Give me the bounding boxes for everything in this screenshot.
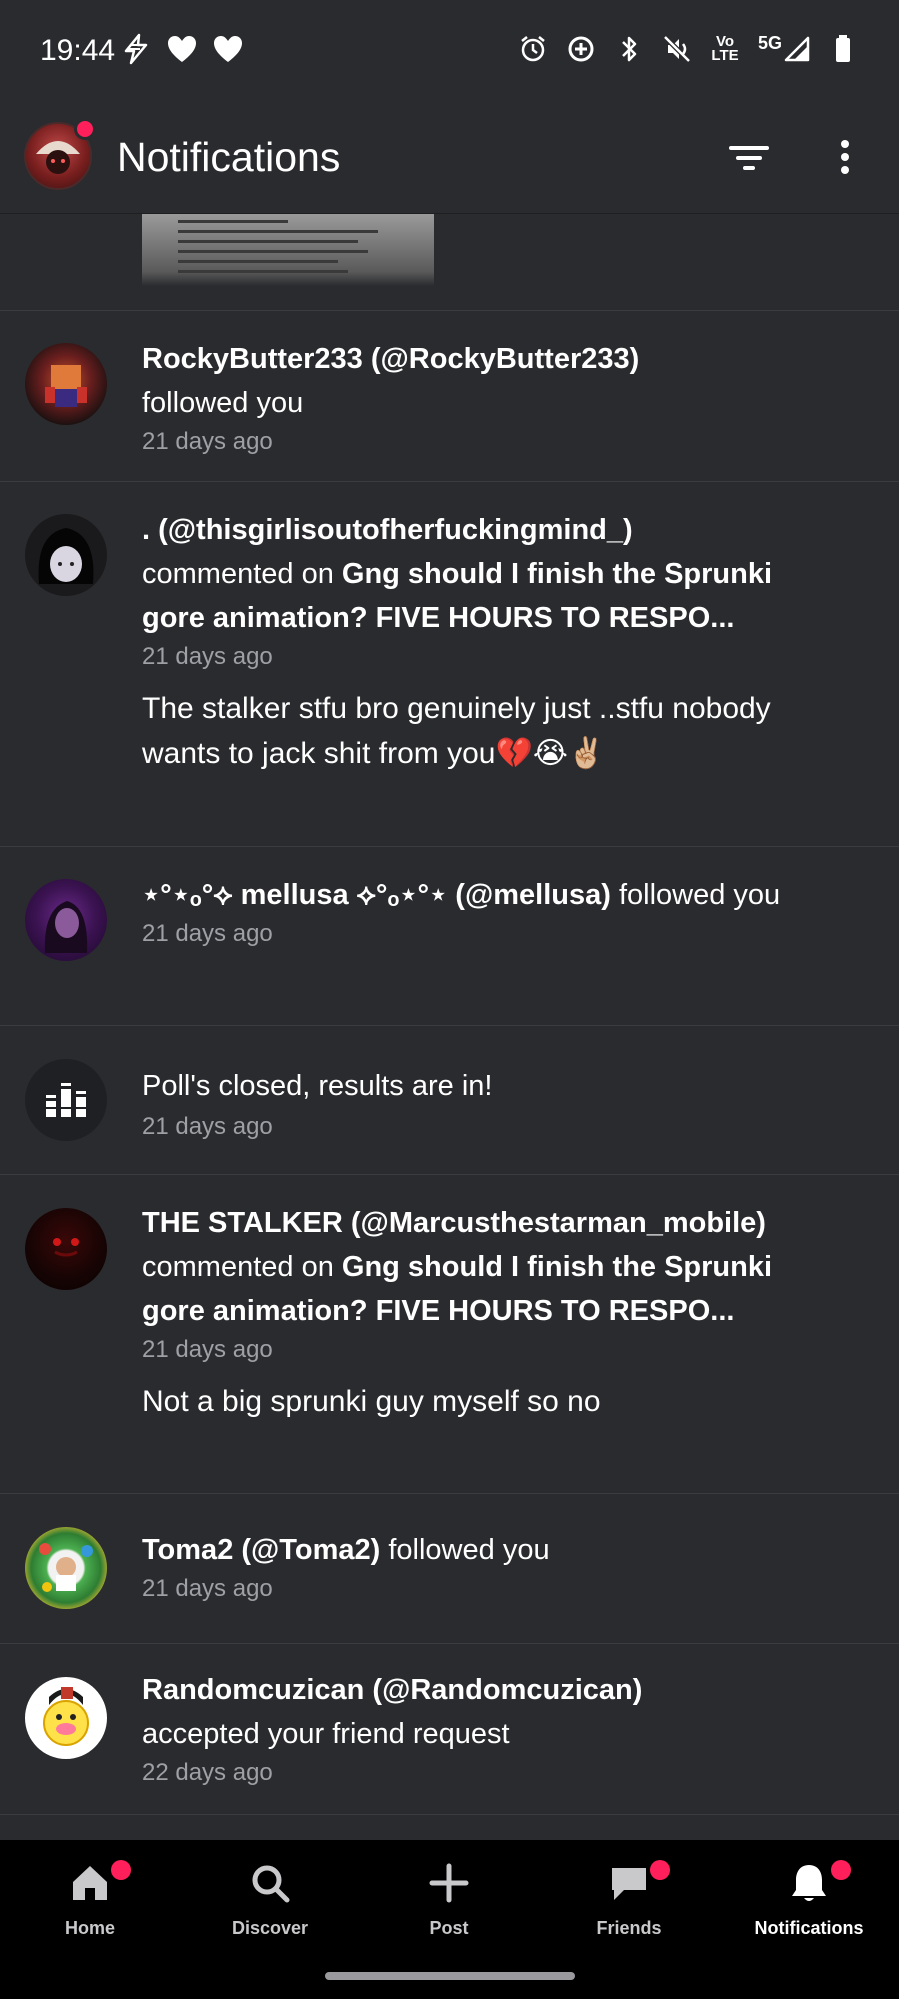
data-saver-icon: [565, 32, 597, 66]
heart-icon: [212, 32, 244, 66]
notification-action: commented on: [142, 558, 334, 590]
nav-label: Post: [429, 1918, 469, 1938]
bell-icon: [792, 1865, 826, 1901]
notification-action: accepted your friend request: [142, 1718, 510, 1750]
alarm-icon: [517, 32, 549, 66]
nav-label: Home: [64, 1918, 115, 1938]
poll-icon: [45, 1083, 87, 1117]
notification-badge: [831, 1860, 851, 1880]
notification-user[interactable]: . (@thisgirlisoutofherfuckingmind_): [142, 508, 842, 552]
notification-time: 21 days ago: [142, 1113, 273, 1140]
bluetooth-icon: [613, 32, 645, 66]
notification-list: RockyButter233 (@RockyButter233) followe…: [0, 214, 899, 1815]
notification-action: Poll's closed, results are in!: [142, 1070, 493, 1102]
nav-label: Discover: [231, 1918, 309, 1938]
status-right-icons: Vo LTE 5G: [517, 32, 859, 66]
list-item[interactable]: Randomcuzican (@Randomcuzican) accepted …: [0, 1644, 899, 1815]
avatar[interactable]: [25, 1208, 107, 1290]
avatar[interactable]: [25, 1677, 107, 1759]
volte-bottom: LTE: [711, 47, 739, 64]
list-item[interactable]: THE STALKER (@Marcusthestarman_mobile) c…: [0, 1175, 899, 1494]
notification-user[interactable]: Randomcuzican (@Randomcuzican): [142, 1668, 842, 1712]
poll-avatar: [25, 1059, 107, 1141]
volte-icon: Vo LTE: [709, 32, 741, 66]
avatar[interactable]: [25, 343, 107, 425]
chat-icon: [612, 1868, 646, 1900]
notification-user[interactable]: ⋆°⋆ₒ°⟡ mellusa ⟡°ₒ⋆°⋆ (@mellusa): [142, 879, 611, 911]
fiveg-label: 5G: [757, 32, 782, 53]
list-item[interactable]: . (@thisgirlisoutofherfuckingmind_) comm…: [0, 482, 899, 847]
notification-time: 22 days ago: [142, 1759, 273, 1786]
nav-discover[interactable]: Discover: [180, 1860, 360, 1970]
notification-action: followed you: [618, 879, 781, 911]
comment-text: Not a big sprunki guy myself so no: [142, 1385, 601, 1418]
notification-badge: [111, 1860, 131, 1880]
status-left-icons: [120, 32, 244, 66]
avatar[interactable]: [25, 1527, 107, 1609]
nav-notifications[interactable]: Notifications: [719, 1860, 899, 1970]
mute-icon: [661, 32, 693, 66]
notification-user[interactable]: THE STALKER (@Marcusthestarman_mobile): [142, 1201, 842, 1245]
nav-post[interactable]: Post: [359, 1860, 539, 1970]
notification-time: 21 days ago: [142, 643, 273, 670]
nav-label: Friends: [596, 1918, 662, 1938]
post-thumbnail: [142, 214, 434, 286]
profile-badge: [74, 118, 96, 140]
bolt-icon: [120, 32, 152, 66]
list-item[interactable]: ⋆°⋆ₒ°⟡ mellusa ⟡°ₒ⋆°⋆ (@mellusa) followe…: [0, 847, 899, 1026]
page-title: Notifications: [117, 134, 341, 180]
notification-user[interactable]: RockyButter233 (@RockyButter233): [142, 337, 842, 381]
list-item[interactable]: Toma2 (@Toma2) followed you 21 days ago: [0, 1494, 899, 1644]
filter-icon: [729, 146, 769, 170]
avatar[interactable]: [25, 514, 107, 596]
search-icon: [252, 1865, 290, 1903]
signal-icon: 5G: [757, 32, 811, 66]
more-vert-icon: [841, 140, 849, 174]
notification-action: followed you: [388, 1534, 550, 1566]
notification-time: 21 days ago: [142, 428, 273, 455]
comment-text: The stalker stfu bro genuinely just ..st…: [142, 692, 771, 770]
nav-home[interactable]: Home: [0, 1860, 180, 1970]
bottom-nav: Home Discover Post Friends Notifications: [0, 1840, 899, 1999]
home-icon: [73, 1866, 107, 1900]
notification-time: 21 days ago: [142, 920, 273, 947]
nav-label: Notifications: [754, 1918, 864, 1938]
notification-time: 21 days ago: [142, 1336, 273, 1363]
battery-icon: [827, 32, 859, 66]
notification-badge: [650, 1860, 670, 1880]
plus-icon: [429, 1863, 469, 1903]
list-item[interactable]: Poll's closed, results are in! 21 days a…: [0, 1026, 899, 1175]
more-options-button[interactable]: [830, 136, 860, 180]
notification-action: followed you: [142, 387, 304, 419]
heart-icon: [166, 32, 198, 66]
filter-button[interactable]: [724, 136, 774, 180]
status-bar: 19:44 Vo LTE 5G: [0, 0, 899, 100]
nav-friends[interactable]: Friends: [539, 1860, 719, 1970]
notification-time: 21 days ago: [142, 1575, 273, 1602]
status-time: 19:44: [40, 34, 116, 67]
notification-action: commented on: [142, 1251, 334, 1283]
notification-user[interactable]: Toma2 (@Toma2): [142, 1534, 380, 1566]
list-item[interactable]: [0, 214, 899, 311]
list-item[interactable]: RockyButter233 (@RockyButter233) followe…: [0, 311, 899, 482]
home-indicator[interactable]: [325, 1972, 575, 1980]
app-bar: Notifications: [0, 100, 899, 214]
avatar[interactable]: [25, 879, 107, 961]
